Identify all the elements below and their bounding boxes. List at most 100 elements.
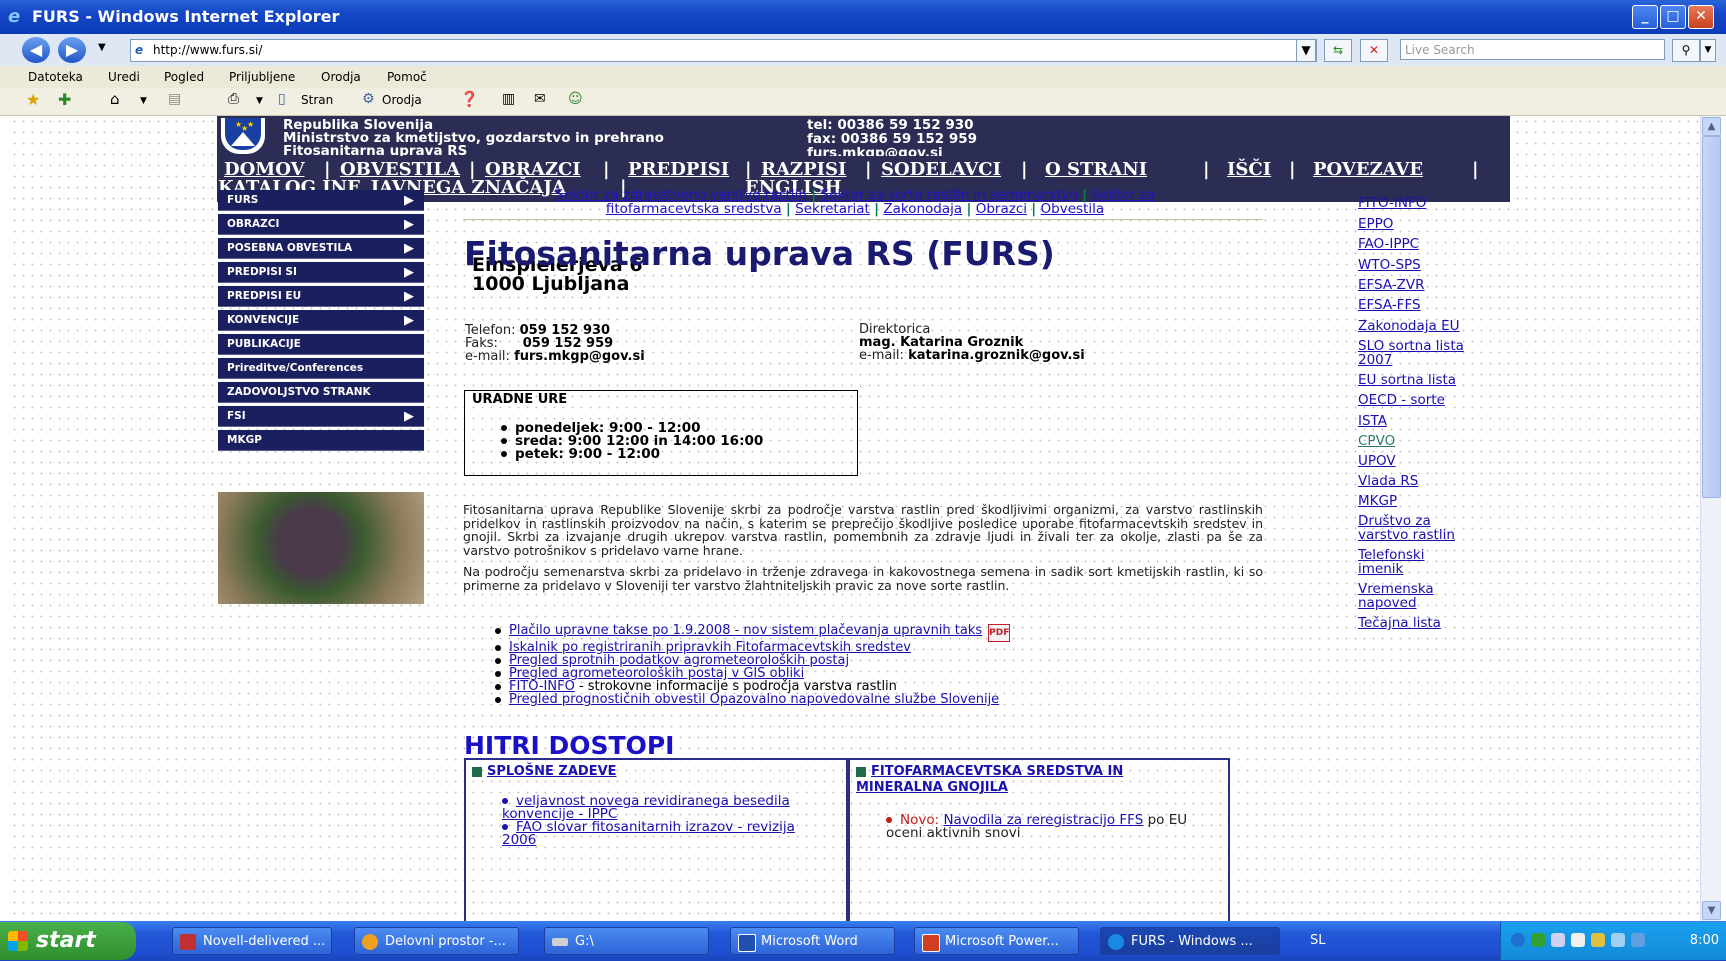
stop-icon[interactable]: ✕ [1360,39,1388,62]
menu-edit[interactable]: Uredi [108,70,140,84]
rlink-oecd-sorte[interactable]: OECD - sorte [1358,393,1508,407]
rlink-ista[interactable]: ISTA [1358,414,1508,428]
subnav-obrazci[interactable]: Obrazci [976,201,1027,217]
rlink-vlada-rs[interactable]: Vlada RS [1358,474,1508,488]
url-dropdown-icon[interactable]: ▼ [1296,39,1316,62]
page-menu[interactable]: Stran [301,93,333,107]
task-word[interactable]: Microsoft Word [730,927,895,955]
menu-tools[interactable]: Orodja [321,70,361,84]
quick-box-general-title[interactable]: SPLOŠNE ZADEVE [472,764,617,780]
search-options-icon[interactable]: ▼ [1700,39,1716,62]
leftmenu-posebna-obvestila[interactable]: POSEBNA OBVESTILA ▶ [218,238,424,259]
rlink-efsa-zvr[interactable]: EFSA-ZVR [1358,278,1508,292]
task-ie-furs[interactable]: FURS - Windows ... [1100,927,1280,955]
nav-sodelavci[interactable]: SODELAVCI [881,159,1001,180]
research-icon[interactable]: ▥ [502,91,515,107]
minimize-button[interactable]: _ [1632,5,1658,29]
nav-povezave[interactable]: POVEZAVE [1313,159,1423,180]
start-button[interactable]: start [0,922,136,960]
tray-app-icon[interactable] [1611,933,1625,947]
link-fao-slovar[interactable]: FAO slovar fitosanitarnih izrazov - revi… [502,819,795,848]
scroll-thumb[interactable] [1702,136,1721,498]
print-dropdown-icon[interactable]: ▼ [256,96,263,106]
subnav-sekretariat[interactable]: Sekretariat [795,201,870,217]
quick-box-ffs-title[interactable]: FITOFARMACEVTSKA SREDSTVA IN MINERALNA GN… [856,764,1123,796]
messenger-icon[interactable]: ☺ [568,91,583,107]
nav-isci[interactable]: IŠČI [1227,159,1271,180]
leftmenu-zadovoljstvo[interactable]: ZADOVOLJSTVO STRANK [218,382,424,403]
feeds-icon[interactable]: ▤ [168,91,181,107]
mail-icon[interactable]: ✉ [534,91,546,107]
rlink-fao-ippc[interactable]: FAO-IPPC [1358,237,1508,251]
rlink-fito-info[interactable]: FITO-INFO [1358,196,1508,210]
tools-gear-icon[interactable]: ⚙ [362,91,375,107]
rlink-mkgp[interactable]: MKGP [1358,494,1508,508]
rlink-zakonodaja-eu[interactable]: Zakonodaja EU [1358,319,1508,333]
nav-o-strani[interactable]: O STRANI [1045,159,1147,180]
print-icon[interactable]: ⎙ [228,91,239,107]
scroll-down-icon[interactable]: ▼ [1702,901,1721,920]
rlink-tecajna-lista[interactable]: Tečajna lista [1358,616,1508,630]
back-button[interactable]: ◀ [22,37,50,63]
menu-file[interactable]: Datoteka [28,70,83,84]
leftmenu-prireditve[interactable]: Prireditve/Conferences [218,358,424,379]
menu-help[interactable]: Pomoč [387,70,427,84]
forward-button[interactable]: ▶ [58,37,86,63]
leftmenu-predpisi-si[interactable]: PREDPISI SI ▶ [218,262,424,283]
search-input[interactable]: Live Search [1400,39,1665,60]
close-button[interactable]: ✕ [1688,5,1714,29]
help-icon[interactable]: ❓ [460,90,479,108]
menu-view[interactable]: Pogled [164,70,204,84]
rlink-efsa-ffs[interactable]: EFSA-FFS [1358,298,1508,312]
rlink-eu-sortna-lista[interactable]: EU sortna lista [1358,373,1508,387]
rlink-slo-sortna-lista[interactable]: SLO sortna lista 2007 [1358,339,1483,367]
history-dropdown-icon[interactable]: ▼ [98,42,106,53]
tools-menu[interactable]: Orodja [382,93,422,107]
subnav-zakonodaja[interactable]: Zakonodaja [883,201,962,217]
leftmenu-mkgp[interactable]: MKGP [218,430,424,451]
task-g-drive[interactable]: G:\ [544,927,709,955]
subnav-ffs[interactable]: fitofarmacevtska sredstva [606,201,782,217]
home-icon[interactable]: ⌂ [110,90,120,108]
add-favorites-icon[interactable]: ✚ [58,90,71,109]
language-indicator[interactable]: SL [1310,933,1326,948]
leftmenu-furs[interactable]: FURS ▶ [218,190,424,211]
task-delovni-prostor[interactable]: Delovni prostor -... [354,927,519,955]
vertical-scrollbar[interactable]: ▲ ▼ [1700,116,1721,921]
task-novell[interactable]: Novell-delivered ... [172,927,332,955]
link-prognosticna-obvestila[interactable]: Pregled prognostičnih obvestil Opazovaln… [509,692,999,707]
rlink-eppo[interactable]: EPPO [1358,217,1508,231]
search-icon[interactable]: ⚲ [1672,39,1700,62]
search-tray-icon[interactable] [1551,933,1565,947]
tray-app-icon[interactable] [1571,933,1585,947]
page-menu-icon[interactable]: ▯ [278,91,286,107]
link-ippc[interactable]: veljavnost novega revidiranega besedila … [502,793,790,822]
rlink-vremenska-napoved[interactable]: Vremenska napoved [1358,582,1458,610]
menu-favorites[interactable]: Priljubljene [229,70,295,84]
maximize-button[interactable]: □ [1660,5,1686,29]
leftmenu-obrazci[interactable]: OBRAZCI ▶ [218,214,424,235]
security-icon[interactable] [1531,933,1545,947]
rlink-wto-sps[interactable]: WTO-SPS [1358,258,1508,272]
home-dropdown-icon[interactable]: ▼ [140,96,147,106]
leftmenu-konvencije[interactable]: KONVENCIJE ▶ [218,310,424,331]
rlink-cpvo[interactable]: CPVO [1358,434,1508,448]
rlink-upov[interactable]: UPOV [1358,454,1508,468]
task-powerpoint[interactable]: Microsoft Power... [914,927,1079,955]
rlink-telefonski-imenik[interactable]: Telefonski imenik [1358,548,1448,576]
network-icon[interactable] [1511,933,1525,947]
favorites-star-icon[interactable]: ★ [26,90,40,109]
nav-predpisi[interactable]: PREDPISI [628,159,729,180]
refresh-icon[interactable]: ⇆ [1324,39,1352,62]
subnav-obvestila[interactable]: Obvestila [1041,201,1105,217]
leftmenu-predpisi-eu[interactable]: PREDPISI EU ▶ [218,286,424,307]
leftmenu-fsi[interactable]: FSI ▶ [218,406,424,427]
rlink-drustvo[interactable]: Društvo za varstvo rastlin [1358,514,1478,542]
tray-app-icon[interactable] [1591,933,1605,947]
leftmenu-publikacije[interactable]: PUBLIKACIJE [218,334,424,355]
link-upravne-takse[interactable]: Plačilo upravne takse po 1.9.2008 - nov … [509,623,982,638]
display-icon[interactable] [1631,933,1645,947]
pdf-icon[interactable]: PDF [988,624,1011,642]
scroll-up-icon[interactable]: ▲ [1702,117,1721,136]
url-field[interactable]: e http://www.furs.si/ [130,39,1317,62]
